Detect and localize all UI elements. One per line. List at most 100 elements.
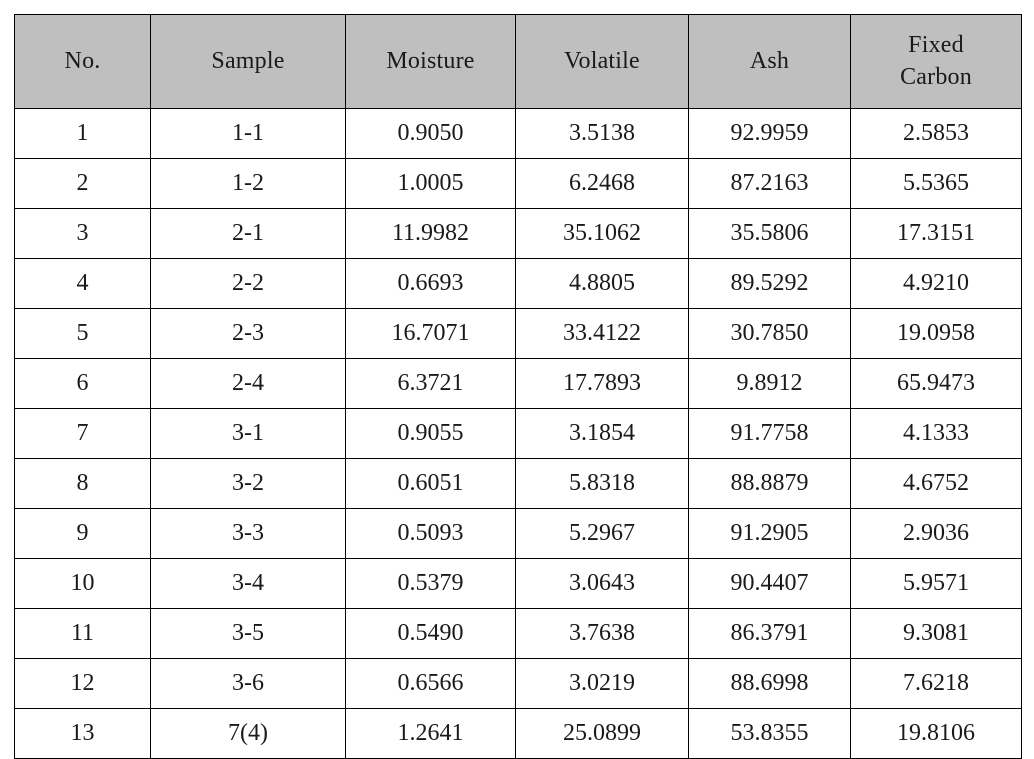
cell-volatile: 3.7638 — [515, 608, 689, 659]
cell-fixed_carbon: 65.9473 — [850, 358, 1022, 409]
cell-ash: 87.2163 — [688, 158, 851, 209]
table-row: 3 2-1 11.9982 35.1062 35.5806 17.3151 — [14, 208, 1022, 259]
cell-moisture: 6.3721 — [345, 358, 516, 409]
column-header-moisture: Moisture — [345, 14, 516, 109]
cell-ash: 91.7758 — [688, 408, 851, 459]
cell-moisture: 0.9055 — [345, 408, 516, 459]
cell-no: 11 — [14, 608, 151, 659]
cell-moisture: 0.5379 — [345, 558, 516, 609]
cell-ash: 30.7850 — [688, 308, 851, 359]
cell-fixed_carbon: 7.6218 — [850, 658, 1022, 709]
cell-sample: 2-1 — [150, 208, 346, 259]
cell-volatile: 4.8805 — [515, 258, 689, 309]
column-header-sample-label: Sample — [211, 47, 285, 74]
column-header-fixed-carbon: Fixed Carbon — [850, 14, 1022, 109]
cell-ash: 86.3791 — [688, 608, 851, 659]
cell-fixed_carbon: 4.6752 — [850, 458, 1022, 509]
cell-no: 2 — [14, 158, 151, 209]
cell-ash: 53.8355 — [688, 708, 851, 759]
cell-fixed_carbon: 17.3151 — [850, 208, 1022, 259]
cell-fixed_carbon: 9.3081 — [850, 608, 1022, 659]
cell-sample: 3-4 — [150, 558, 346, 609]
column-header-moisture-label: Moisture — [386, 47, 475, 74]
cell-volatile: 3.0219 — [515, 658, 689, 709]
cell-volatile: 3.1854 — [515, 408, 689, 459]
cell-fixed_carbon: 19.0958 — [850, 308, 1022, 359]
cell-moisture: 0.6566 — [345, 658, 516, 709]
proximate-analysis-table: No. Sample Moisture Volatile Ash Fixed C… — [14, 14, 1022, 759]
cell-volatile: 25.0899 — [515, 708, 689, 759]
cell-volatile: 5.8318 — [515, 458, 689, 509]
cell-moisture: 1.0005 — [345, 158, 516, 209]
cell-volatile: 6.2468 — [515, 158, 689, 209]
cell-volatile: 3.0643 — [515, 558, 689, 609]
table-header: No. Sample Moisture Volatile Ash Fixed C… — [14, 14, 1022, 109]
column-header-sample: Sample — [150, 14, 346, 109]
cell-sample: 2-3 — [150, 308, 346, 359]
column-header-ash-label: Ash — [749, 47, 790, 74]
cell-ash: 88.6998 — [688, 658, 851, 709]
cell-fixed_carbon: 5.5365 — [850, 158, 1022, 209]
table-row: 8 3-2 0.6051 5.8318 88.8879 4.6752 — [14, 458, 1022, 509]
cell-moisture: 16.7071 — [345, 308, 516, 359]
table-row: 2 1-2 1.0005 6.2468 87.2163 5.5365 — [14, 158, 1022, 209]
cell-sample: 3-6 — [150, 658, 346, 709]
column-header-fixed-carbon-label-line1: Fixed — [908, 32, 964, 59]
table-row: 12 3-6 0.6566 3.0219 88.6998 7.6218 — [14, 658, 1022, 709]
column-header-volatile: Volatile — [515, 14, 689, 109]
cell-volatile: 5.2967 — [515, 508, 689, 559]
cell-moisture: 0.9050 — [345, 108, 516, 159]
cell-volatile: 33.4122 — [515, 308, 689, 359]
cell-ash: 9.8912 — [688, 358, 851, 409]
column-header-no: No. — [14, 14, 151, 109]
cell-sample: 3-5 — [150, 608, 346, 659]
cell-no: 10 — [14, 558, 151, 609]
cell-sample: 3-2 — [150, 458, 346, 509]
table-row: 5 2-3 16.7071 33.4122 30.7850 19.0958 — [14, 308, 1022, 359]
cell-no: 3 — [14, 208, 151, 259]
column-header-volatile-label: Volatile — [564, 47, 640, 74]
cell-fixed_carbon: 4.9210 — [850, 258, 1022, 309]
cell-no: 13 — [14, 708, 151, 759]
cell-ash: 91.2905 — [688, 508, 851, 559]
cell-moisture: 0.6051 — [345, 458, 516, 509]
cell-sample: 7(4) — [150, 708, 346, 759]
table-row: 6 2-4 6.3721 17.7893 9.8912 65.9473 — [14, 358, 1022, 409]
cell-no: 9 — [14, 508, 151, 559]
table-header-row: No. Sample Moisture Volatile Ash Fixed C… — [14, 14, 1022, 109]
table-row: 1 1-1 0.9050 3.5138 92.9959 2.5853 — [14, 108, 1022, 159]
cell-volatile: 17.7893 — [515, 358, 689, 409]
cell-fixed_carbon: 4.1333 — [850, 408, 1022, 459]
cell-ash: 35.5806 — [688, 208, 851, 259]
cell-fixed_carbon: 5.9571 — [850, 558, 1022, 609]
cell-fixed_carbon: 2.5853 — [850, 108, 1022, 159]
cell-no: 8 — [14, 458, 151, 509]
cell-no: 6 — [14, 358, 151, 409]
cell-volatile: 35.1062 — [515, 208, 689, 259]
table-body: 1 1-1 0.9050 3.5138 92.9959 2.5853 2 1-2 1.0005 6… — [14, 108, 1022, 759]
cell-sample: 1-2 — [150, 158, 346, 209]
cell-moisture: 0.5490 — [345, 608, 516, 659]
cell-volatile: 3.5138 — [515, 108, 689, 159]
cell-sample: 2-4 — [150, 358, 346, 409]
table-row: 9 3-3 0.5093 5.2967 91.2905 2.9036 — [14, 508, 1022, 559]
cell-sample: 2-2 — [150, 258, 346, 309]
cell-fixed_carbon: 19.8106 — [850, 708, 1022, 759]
cell-no: 7 — [14, 408, 151, 459]
cell-ash: 88.8879 — [688, 458, 851, 509]
table-row: 7 3-1 0.9055 3.1854 91.7758 4.1333 — [14, 408, 1022, 459]
table-row: 13 7(4) 1.2641 25.0899 53.8355 19.8106 — [14, 708, 1022, 759]
cell-sample: 3-1 — [150, 408, 346, 459]
cell-moisture: 0.6693 — [345, 258, 516, 309]
cell-ash: 89.5292 — [688, 258, 851, 309]
cell-no: 1 — [14, 108, 151, 159]
column-header-ash: Ash — [688, 14, 851, 109]
table-row: 10 3-4 0.5379 3.0643 90.4407 5.9571 — [14, 558, 1022, 609]
cell-moisture: 1.2641 — [345, 708, 516, 759]
column-header-no-label: No. — [64, 47, 101, 74]
cell-sample: 1-1 — [150, 108, 346, 159]
cell-moisture: 0.5093 — [345, 508, 516, 559]
cell-ash: 90.4407 — [688, 558, 851, 609]
cell-moisture: 11.9982 — [345, 208, 516, 259]
table-row: 11 3-5 0.5490 3.7638 86.3791 9.3081 — [14, 608, 1022, 659]
